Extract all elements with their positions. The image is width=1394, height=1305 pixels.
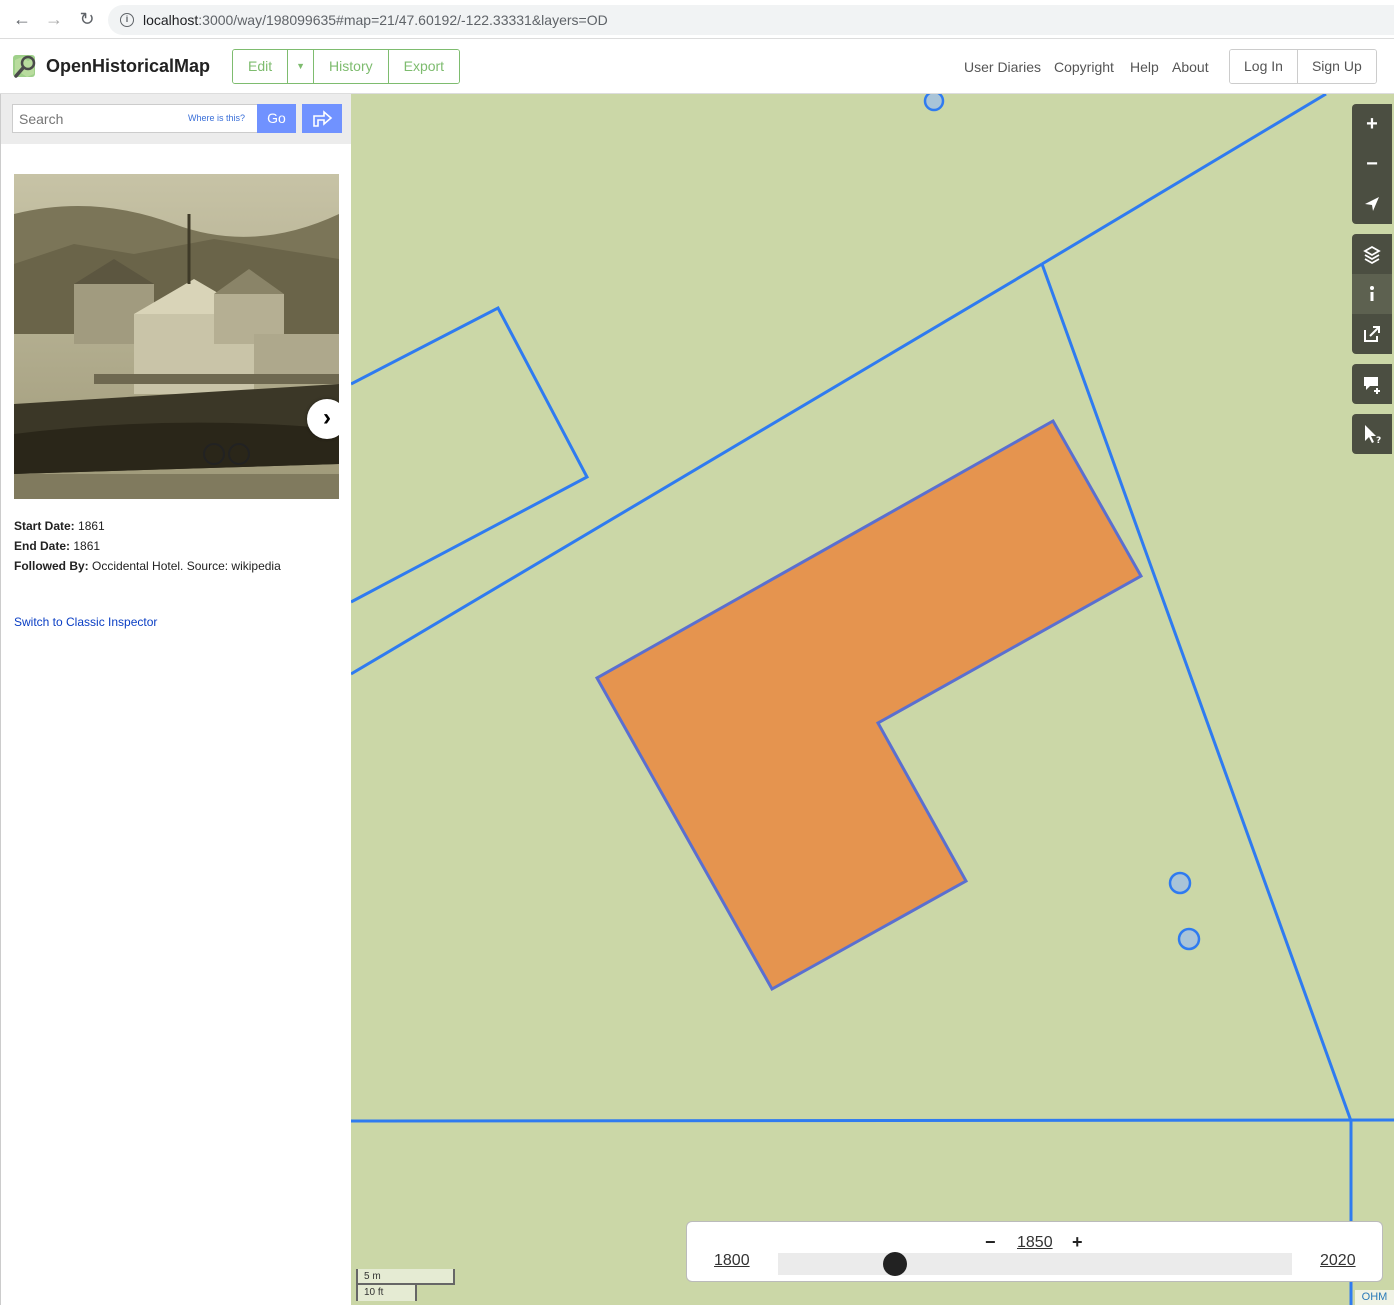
directions-icon (313, 110, 333, 127)
followed-by-row: Followed By: Occidental Hotel. Source: w… (14, 559, 281, 573)
end-date-row: End Date: 1861 (14, 539, 100, 553)
map-node[interactable] (1168, 871, 1192, 895)
time-slider: − 1850 + 1800 2020 (686, 1221, 1383, 1282)
signup-button[interactable]: Sign Up (1297, 50, 1376, 83)
site-header: OpenHistoricalMap Edit ▼ History Export … (0, 39, 1394, 94)
end-date-value: 1861 (73, 539, 101, 553)
login-button[interactable]: Log In (1230, 50, 1298, 83)
map-tools (1352, 234, 1392, 354)
nav-help[interactable]: Help (1130, 59, 1159, 75)
historical-photo: › (14, 174, 339, 499)
nav-about[interactable]: About (1172, 59, 1209, 75)
site-info-icon[interactable]: i (120, 13, 134, 27)
time-slider-thumb[interactable] (882, 1252, 907, 1276)
history-button[interactable]: History (314, 50, 389, 83)
export-button[interactable]: Export (388, 50, 460, 83)
nav-user-diaries[interactable]: User Diaries (964, 59, 1041, 75)
time-slider-track[interactable] (778, 1253, 1292, 1275)
parcel-outline (351, 305, 590, 604)
svg-text:?: ? (1376, 436, 1381, 446)
info-icon[interactable] (1352, 274, 1392, 314)
where-is-this-link[interactable]: Where is this? (188, 113, 245, 123)
locate-icon[interactable] (1352, 184, 1392, 224)
edit-dropdown-caret-icon[interactable]: ▼ (288, 50, 315, 83)
reload-button[interactable]: ↻ (77, 9, 97, 29)
ohm-attribution[interactable]: OHM (1355, 1290, 1394, 1305)
share-icon[interactable] (1352, 314, 1392, 354)
min-year[interactable]: 1800 (714, 1252, 750, 1270)
start-date-label: Start Date: (14, 519, 75, 533)
parcel-line (351, 1118, 1394, 1123)
year-increment-button[interactable]: + (1072, 1232, 1083, 1253)
edit-button[interactable]: Edit (233, 50, 289, 83)
forward-button[interactable]: → (44, 9, 64, 29)
selected-building[interactable] (594, 418, 1144, 992)
zoom-out-icon[interactable]: − (1352, 144, 1392, 184)
auth-group: Log In Sign Up (1229, 49, 1377, 84)
switch-classic-inspector-link[interactable]: Switch to Classic Inspector (14, 615, 157, 629)
nav-copyright[interactable]: Copyright (1054, 59, 1114, 75)
site-logo[interactable]: OpenHistoricalMap (12, 52, 210, 80)
go-button[interactable]: Go (257, 104, 296, 133)
directions-button[interactable] (302, 104, 342, 133)
scale-imperial: 10 ft (356, 1285, 417, 1301)
url-text: localhost:3000/way/198099635#map=21/47.6… (143, 12, 608, 28)
add-note-icon[interactable] (1352, 364, 1392, 404)
back-button[interactable]: ← (12, 9, 32, 29)
map-node[interactable] (923, 94, 945, 112)
zoom-in-icon[interactable]: + (1352, 104, 1392, 144)
search-bar: Where is this? Go (1, 94, 352, 144)
sidebar: Where is this? Go (0, 94, 352, 1305)
map-canvas[interactable] (351, 94, 1394, 1305)
scale-bar: 5 m 10 ft (356, 1269, 455, 1301)
current-year[interactable]: 1850 (1017, 1234, 1053, 1252)
magnifier-logo-icon (12, 52, 40, 80)
url-rest: :3000/way/198099635#map=21/47.60192/-122… (198, 12, 608, 28)
max-year[interactable]: 2020 (1320, 1252, 1356, 1270)
brand-name: OpenHistoricalMap (46, 55, 211, 76)
start-date-row: Start Date: 1861 (14, 519, 105, 533)
edit-group: Edit ▼ History Export (232, 49, 461, 84)
url-host: localhost (143, 12, 199, 28)
scale-metric: 5 m (356, 1269, 455, 1285)
start-date-value: 1861 (78, 519, 105, 533)
year-decrement-button[interactable]: − (985, 1232, 996, 1253)
query-tools: ? (1352, 414, 1392, 454)
end-date-label: End Date: (14, 539, 71, 553)
map-node[interactable] (1177, 927, 1201, 951)
parcel-line (1040, 263, 1353, 1122)
zoom-controls: + − (1352, 104, 1392, 224)
followed-by-value: Occidental Hotel. Source: wikipedia (92, 559, 281, 573)
next-image-button[interactable]: › (307, 399, 339, 439)
note-tools (1352, 364, 1392, 404)
layers-icon[interactable] (1352, 234, 1392, 274)
parcel-line (1041, 94, 1327, 266)
query-feature-icon[interactable]: ? (1352, 414, 1392, 454)
map-features (351, 94, 1394, 1305)
followed-by-label: Followed By: (14, 559, 89, 573)
browser-toolbar: ← → ↻ i localhost:3000/way/198099635#map… (0, 0, 1394, 39)
address-bar[interactable]: i localhost:3000/way/198099635#map=21/47… (108, 5, 1394, 35)
